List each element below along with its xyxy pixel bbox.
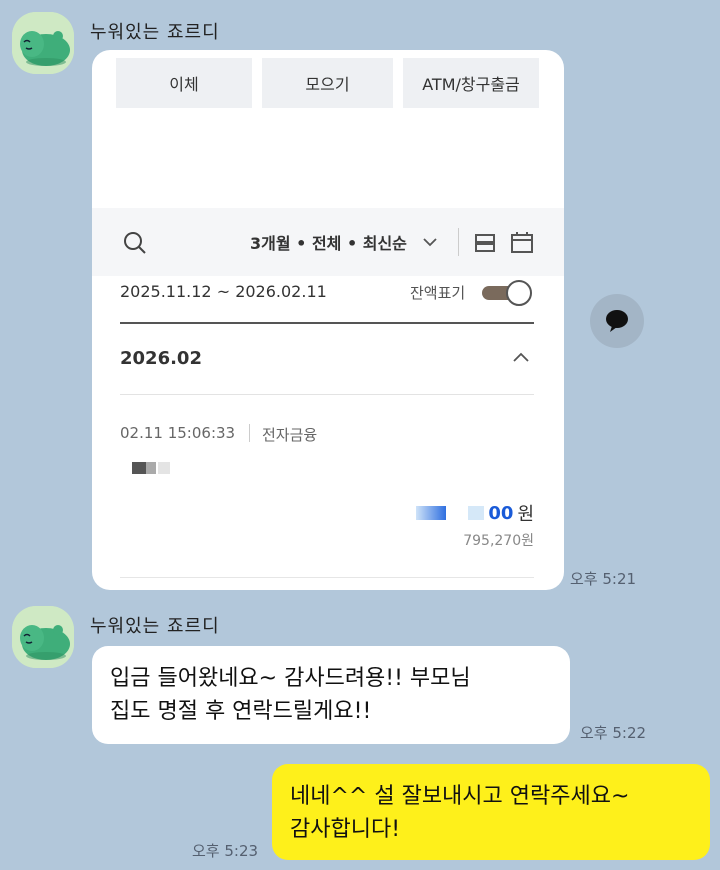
blurred-amount-digits (416, 506, 447, 520)
list-view-icon (475, 234, 495, 252)
balance-toggle (480, 280, 532, 306)
incoming-message-line-1: 입금 들어왔네요~ 감사드려용!! 부모님 (110, 666, 471, 691)
list-divider (120, 577, 534, 578)
tab-atm-withdraw: ATM/창구출금 (403, 58, 539, 108)
reply-time: 오후 5:23 (192, 842, 259, 860)
tab-save: 모으기 (262, 58, 393, 108)
search-icon (124, 232, 146, 254)
sender-name-2: 누워있는 죠르디 (90, 616, 220, 637)
blurred-sender-name (132, 462, 170, 474)
balance-toggle-label: 잔액표기 (410, 284, 466, 302)
transaction-separator (249, 424, 250, 442)
incoming-message-line-2: 집도 명절 후 연락드릴게요!! (110, 699, 372, 724)
incoming-message-bubble[interactable]: 입금 들어왔네요~ 감사드려용!! 부모님 집도 명절 후 연락드릴게요!! (92, 646, 570, 744)
outgoing-message-line-1: 네네^^ 설 잘보내시고 연락주세요~ (290, 784, 630, 809)
tab-transfer: 이체 (116, 58, 252, 108)
filter-divider (458, 228, 459, 256)
sender-avatar-2[interactable] (12, 606, 74, 668)
sender-avatar[interactable] (12, 12, 74, 74)
filter-bar: 3개월 • 전체 • 최신순 (92, 208, 564, 276)
share-button[interactable] (590, 294, 644, 348)
transaction-balance: 795,270원 (463, 533, 534, 549)
chevron-up-icon (513, 352, 529, 362)
transaction-amount: 00 원 (416, 500, 534, 526)
filter-summary: 3개월 • 전체 • 최신순 (250, 234, 407, 253)
blurred-amount-digits-3 (468, 506, 485, 520)
month-divider (120, 394, 534, 395)
toggle-knob (506, 280, 532, 306)
transaction-time: 02.11 15:06:33 (120, 424, 236, 442)
amount-visible-digits: 00 (488, 502, 514, 524)
amount-unit: 원 (517, 504, 534, 525)
chevron-down-icon (423, 238, 437, 247)
blurred-amount-digits-2 (450, 506, 465, 520)
section-divider (120, 322, 534, 324)
jordy-avatar-icon (12, 606, 74, 668)
outgoing-message-bubble[interactable]: 네네^^ 설 잘보내시고 연락주세요~ 감사합니다! (272, 764, 710, 860)
bank-screenshot-image[interactable]: 이체 모으기 ATM/창구출금 3개월 • 전체 • 최신순 2025.11.1… (92, 50, 564, 590)
jordy-avatar-icon (12, 12, 74, 74)
calendar-icon (511, 232, 533, 253)
transaction-type: 전자금융 (262, 426, 318, 444)
share-speech-icon (606, 310, 628, 332)
message-time: 오후 5:21 (570, 570, 637, 588)
message-time-2: 오후 5:22 (580, 724, 647, 742)
sender-name: 누워있는 죠르디 (90, 22, 220, 43)
date-range: 2025.11.12 ~ 2026.02.11 (120, 282, 327, 301)
outgoing-message-line-2: 감사합니다! (290, 817, 401, 842)
month-header: 2026.02 (120, 348, 202, 369)
